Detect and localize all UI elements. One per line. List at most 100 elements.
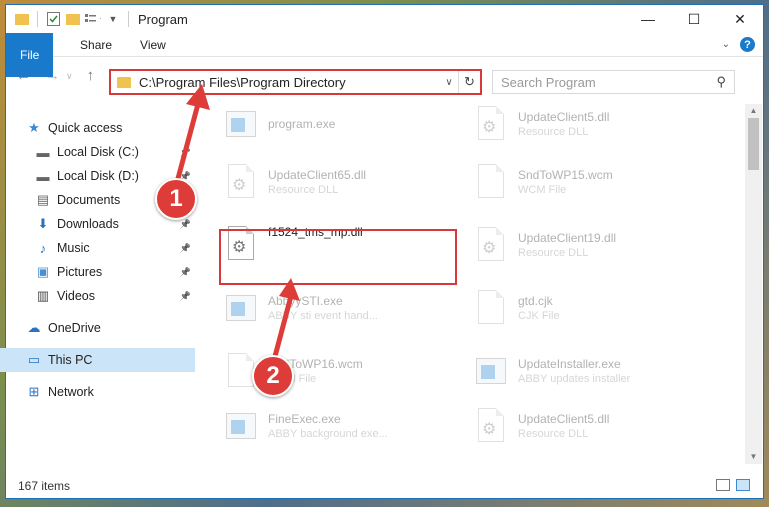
file-name: program.exe — [268, 116, 336, 131]
sidebar-item-local-disk-c[interactable]: ▬ Local Disk (C:) 📌 — [0, 140, 195, 164]
dll-file-icon: ⚙ — [474, 226, 508, 264]
search-input[interactable]: Search Program ⚲ — [492, 70, 735, 94]
pin-icon: 📌 — [179, 146, 191, 157]
status-bar: 167 items — [5, 473, 764, 499]
file-item[interactable]: UpdateInstaller.exe ABBY updates installe… — [474, 349, 704, 393]
sidebar-item-label: Quick access — [48, 121, 123, 135]
ribbon-tabs: File Home Share View ⌄ ? — [6, 33, 763, 77]
file-item[interactable]: ⚙ UpdateClient5.dll Resource DLL — [474, 404, 704, 448]
window-controls: — ☐ ✕ — [625, 5, 763, 33]
drive-icon: ▬ — [36, 144, 50, 160]
tab-view[interactable]: View — [126, 33, 180, 56]
address-bar[interactable]: C:\Program Files\Program Directory ∨ ↻ — [109, 69, 482, 95]
sidebar-item-videos[interactable]: ▥ Videos 📌 — [0, 284, 195, 308]
title-bar: ▼ Program — ☐ ✕ — [6, 5, 763, 33]
scroll-thumb[interactable] — [748, 118, 759, 170]
sidebar-item-label: Videos — [57, 289, 95, 303]
file-item[interactable]: ⚙ UpdateClient65.dll Resource DLL — [224, 160, 454, 204]
file-item[interactable]: gtd.cjk CJK File — [474, 286, 704, 330]
sidebar-item-label: OneDrive — [48, 321, 101, 335]
file-description: Resource DLL — [268, 183, 339, 196]
document-icon — [474, 163, 508, 201]
document-icon — [474, 289, 508, 327]
item-count: 167 items — [18, 479, 71, 493]
application-icon — [224, 105, 258, 143]
file-item[interactable]: AbbyySTI.exe ABBY sti event hand... — [224, 286, 454, 330]
file-item[interactable]: program.exe — [224, 102, 454, 146]
quick-access-toolbar: ▼ — [6, 11, 132, 27]
sidebar-item-onedrive[interactable]: ☁ OneDrive — [0, 316, 195, 340]
dll-file-icon: ⚙ — [474, 105, 508, 143]
sidebar-item-this-pc[interactable]: ▭ This PC — [0, 348, 195, 372]
documents-icon: ▤ — [36, 192, 50, 207]
folder-icon — [14, 11, 30, 27]
callout-badge-2: 2 — [252, 355, 294, 397]
close-button[interactable]: ✕ — [717, 5, 763, 33]
details-view-icon[interactable] — [716, 479, 730, 491]
refresh-icon[interactable]: ↻ — [458, 71, 480, 93]
search-placeholder: Search Program — [501, 74, 596, 90]
chevron-down-icon[interactable]: ▼ — [105, 11, 121, 27]
file-item[interactable]: SndToWP15.wcm WCM File — [474, 160, 704, 204]
pictures-icon: ▣ — [36, 264, 50, 279]
back-arrow-icon[interactable]: ← — [16, 67, 31, 84]
pin-icon: 📌 — [179, 242, 191, 253]
minimize-button[interactable]: — — [625, 5, 671, 33]
file-name: UpdateClient65.dll — [268, 167, 367, 182]
file-name: AbbyySTI.exe — [268, 293, 343, 308]
file-item[interactable]: FineExec.exe ABBY background exe... — [224, 404, 454, 448]
videos-icon: ▥ — [36, 288, 50, 303]
properties-icon[interactable] — [45, 11, 61, 27]
chevron-down-icon[interactable]: ∨ — [440, 77, 458, 88]
drive-icon: ▬ — [36, 168, 50, 184]
network-icon: ⊞ — [28, 384, 40, 399]
application-icon — [474, 352, 508, 390]
sidebar-item-pictures[interactable]: ▣ Pictures 📌 — [0, 260, 195, 284]
star-icon: ★ — [28, 120, 40, 135]
file-description: Resource DLL — [518, 246, 589, 259]
file-name: FineExec.exe — [268, 411, 341, 426]
file-description: ABBY sti event hand... — [268, 309, 378, 322]
sidebar-item-network[interactable]: ⊞ Network — [0, 380, 195, 404]
pin-icon: 📌 — [179, 218, 191, 229]
file-description: CJK File — [518, 309, 560, 322]
file-name: UpdateClient19.dll — [518, 230, 617, 245]
dll-file-icon: ⚙ — [224, 163, 258, 201]
sidebar-item-label: Pictures — [57, 265, 103, 279]
sidebar-item-label: Music — [57, 241, 90, 255]
large-icons-view-icon[interactable] — [736, 479, 750, 491]
forward-arrow-icon[interactable]: → — [45, 67, 60, 84]
expand-ribbon-icon[interactable]: ⌄ — [722, 39, 730, 50]
tab-share[interactable]: Share — [66, 33, 126, 56]
new-folder-icon[interactable] — [65, 11, 81, 27]
highlight-box — [219, 229, 457, 285]
sidebar-item-label: This PC — [48, 353, 93, 367]
search-icon[interactable]: ⚲ — [716, 74, 726, 90]
customize-toolbar-icon[interactable] — [85, 11, 101, 27]
recent-locations-icon[interactable]: ∨ — [66, 71, 73, 84]
window-title: Program — [138, 11, 188, 27]
scroll-up-icon[interactable]: ▲ — [745, 104, 762, 118]
cloud-icon: ☁ — [27, 320, 41, 335]
up-arrow-icon[interactable]: ↑ — [87, 67, 95, 84]
file-name: gtd.cjk — [518, 293, 553, 308]
sidebar-item-quick-access[interactable]: ★ Quick access — [0, 116, 195, 140]
sidebar-item-label: Documents — [57, 193, 121, 207]
navigation-buttons: ← → ∨ ↑ — [16, 67, 94, 84]
file-name: UpdateClient5.dll — [518, 109, 610, 124]
maximize-button[interactable]: ☐ — [671, 5, 717, 33]
dll-file-icon: ⚙ — [474, 407, 508, 445]
address-path[interactable]: C:\Program Files\Program Directory — [139, 75, 440, 90]
sidebar-item-label: Network — [48, 385, 94, 399]
application-icon — [224, 407, 258, 445]
scroll-down-icon[interactable]: ▼ — [745, 450, 762, 464]
file-item[interactable]: ⚙ UpdateClient5.dll Resource DLL — [474, 102, 704, 146]
music-icon: ♪ — [39, 240, 47, 256]
sidebar-item-music[interactable]: ♪ Music 📌 — [0, 236, 195, 260]
vertical-scrollbar[interactable]: ▲ ▼ — [745, 104, 762, 464]
navigation-pane: ★ Quick access ▬ Local Disk (C:) 📌 ▬ Local Dis… — [0, 106, 195, 466]
file-item[interactable]: ⚙ UpdateClient19.dll Resource DLL — [474, 223, 704, 267]
file-description: ABBY updates installer — [518, 372, 631, 385]
application-icon — [224, 289, 258, 327]
help-icon[interactable]: ? — [740, 37, 755, 52]
